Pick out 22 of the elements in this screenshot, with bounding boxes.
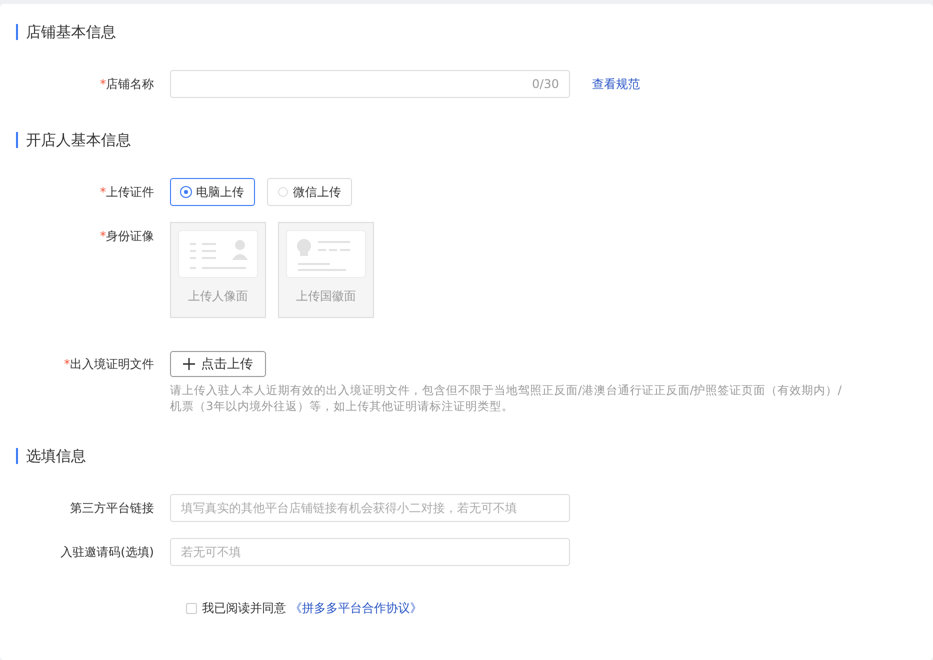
field-label: *身份证像	[99, 228, 155, 245]
checkbox[interactable]	[186, 603, 197, 614]
field-label: *出入境证明文件	[63, 356, 155, 373]
field-label: *上传证件	[99, 184, 155, 201]
radio-option[interactable]: 电脑上传	[170, 178, 255, 206]
radio-option[interactable]: 微信上传	[267, 178, 352, 206]
field-label: 入驻邀请码(选填)	[60, 544, 155, 561]
help-text: 请上传入驻人本人近期有效的出入境证明文件，包含但不限于当地驾照正反面/港澳台通行证正反面/护照签证页面（有效期内）/机票（3年以内境外往返）等，如上传其他证明请标注证明类型。	[170, 382, 843, 414]
field-label: 第三方平台链接	[69, 500, 155, 517]
spec-link[interactable]: 查看规范	[592, 76, 640, 92]
upload-button[interactable]: 点击上传	[170, 351, 266, 377]
agreement-text: 我已阅读并同意	[202, 600, 286, 617]
section-title: 开店人基本信息	[16, 132, 131, 148]
tile-caption: 上传国徽面	[296, 288, 356, 305]
tile-caption: 上传人像面	[188, 288, 248, 305]
section-title: 店铺基本信息	[16, 24, 116, 40]
field-label: *店铺名称	[99, 76, 155, 93]
id-card-emblem-icon	[286, 230, 366, 278]
plus-icon	[183, 358, 195, 370]
id-card-portrait-icon	[178, 230, 258, 278]
agreement-link[interactable]: 《拼多多平台合作协议》	[290, 600, 422, 617]
section-title: 选填信息	[16, 448, 86, 464]
